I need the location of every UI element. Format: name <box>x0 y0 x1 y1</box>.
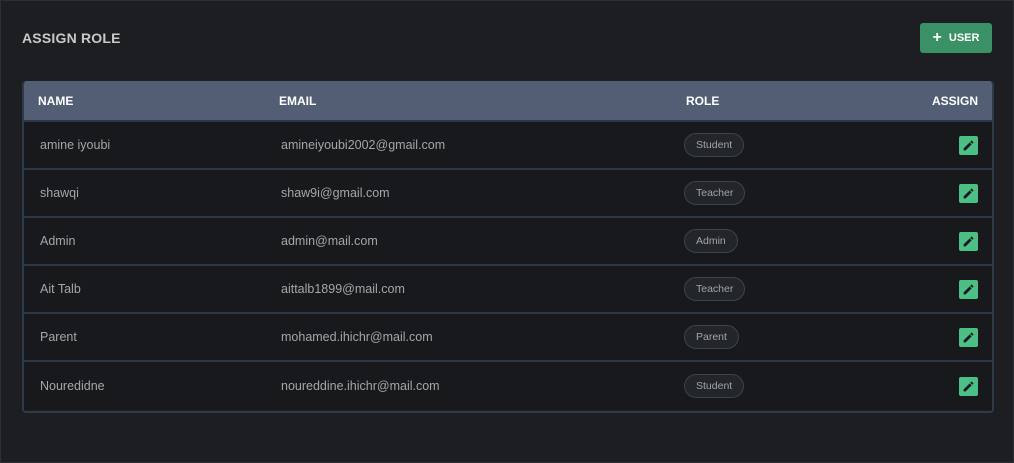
role-badge: Admin <box>684 229 738 253</box>
role-badge: Teacher <box>684 277 746 301</box>
plus-icon: + <box>932 28 942 46</box>
pencil-icon <box>963 284 974 294</box>
user-email: aittalb1899@mail.com <box>281 282 405 296</box>
page-title: ASSIGN ROLE <box>22 29 121 46</box>
user-name: Admin <box>40 234 76 248</box>
edit-role-button[interactable] <box>959 231 978 251</box>
add-user-label: USER <box>948 31 980 44</box>
assign-role-page: ASSIGN ROLE + USER NAME EMAIL ROLE ASSIG… <box>0 0 1014 463</box>
pencil-icon <box>963 236 974 246</box>
column-header-role: ROLE <box>686 93 720 108</box>
role-badge: Student <box>684 133 745 157</box>
pencil-icon <box>963 332 974 342</box>
edit-role-button[interactable] <box>959 135 978 155</box>
column-header-name: NAME <box>38 93 74 108</box>
user-name: Ait Talb <box>40 282 81 296</box>
edit-role-button[interactable] <box>959 183 978 203</box>
table-row: Parent mohamed.ihichr@mail.com Parent <box>24 314 992 362</box>
page-header: ASSIGN ROLE + USER <box>22 22 992 53</box>
table-row: Ait Talb aittalb1899@mail.com Teacher <box>24 266 992 314</box>
role-badge: Student <box>684 374 745 398</box>
column-header-email: EMAIL <box>279 93 317 108</box>
user-name: amine iyoubi <box>40 138 111 152</box>
table-row: amine iyoubi amineiyoubi2002@gmail.com S… <box>24 122 992 170</box>
role-badge: Parent <box>684 325 739 349</box>
table-row: shawqi shaw9i@gmail.com Teacher <box>24 170 992 218</box>
add-user-button[interactable]: + USER <box>920 22 992 53</box>
pencil-icon <box>963 381 974 391</box>
table-row: Nouredidne noureddine.ihichr@mail.com St… <box>24 362 992 410</box>
pencil-icon <box>963 188 974 198</box>
user-email: shaw9i@gmail.com <box>281 186 390 200</box>
edit-role-button[interactable] <box>959 327 978 347</box>
edit-role-button[interactable] <box>959 376 978 396</box>
user-name: shawqi <box>40 186 79 200</box>
user-name: Parent <box>40 330 77 344</box>
user-email: noureddine.ihichr@mail.com <box>281 379 440 393</box>
user-email: mohamed.ihichr@mail.com <box>281 330 433 344</box>
edit-role-button[interactable] <box>959 279 978 299</box>
user-email: admin@mail.com <box>281 234 378 248</box>
column-header-assign: ASSIGN <box>931 93 978 108</box>
users-table: NAME EMAIL ROLE ASSIGN amine iyoubi amin… <box>22 81 994 413</box>
table-row: Admin admin@mail.com Admin <box>24 218 992 266</box>
pencil-icon <box>963 140 974 150</box>
table-header: NAME EMAIL ROLE ASSIGN <box>24 81 992 122</box>
role-badge: Teacher <box>684 181 746 205</box>
user-name: Nouredidne <box>40 379 105 393</box>
user-email: amineiyoubi2002@gmail.com <box>281 138 446 152</box>
